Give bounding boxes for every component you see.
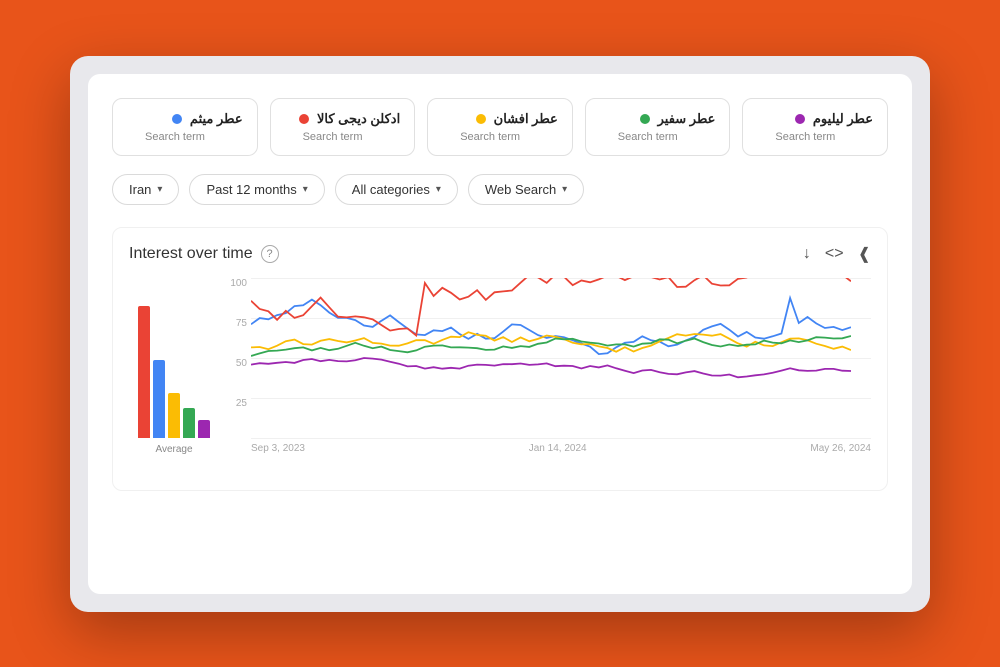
term-text: عطر لیلیوم bbox=[813, 111, 873, 127]
term-dot bbox=[172, 114, 182, 124]
chart-header: Interest over time ? ↓ <> ❰ bbox=[129, 244, 871, 264]
chart-title: Interest over time bbox=[129, 245, 253, 263]
term-dot bbox=[640, 114, 650, 124]
y-axis-label: 25 bbox=[219, 398, 247, 409]
filters-row: Iran▾Past 12 months▾All categories▾Web S… bbox=[112, 174, 888, 205]
chart-section: Interest over time ? ↓ <> ❰ Average bbox=[112, 227, 888, 491]
term-label: Search term bbox=[127, 131, 243, 143]
filter-search_type[interactable]: Web Search ▾ bbox=[468, 174, 584, 205]
avg-bar bbox=[168, 393, 180, 438]
y-axis-label: 100 bbox=[219, 278, 247, 289]
filter-label: All categories bbox=[352, 182, 430, 197]
x-axis-label: May 26, 2024 bbox=[810, 443, 871, 454]
y-axis-label: 75 bbox=[219, 318, 247, 329]
y-axis: 100 75 50 25 bbox=[219, 278, 247, 438]
search-term-card-2[interactable]: ادکلن دیجی کالا Search term bbox=[270, 98, 416, 156]
chart-line bbox=[251, 298, 851, 354]
term-label: Search term bbox=[442, 131, 558, 143]
avg-bar bbox=[183, 408, 195, 438]
bar-chart-section: Average bbox=[129, 278, 219, 478]
term-text: ادکلن دیجی کالا bbox=[317, 111, 400, 127]
download-icon[interactable]: ↓ bbox=[803, 245, 811, 263]
term-text: عطر سفیر bbox=[658, 111, 716, 127]
line-chart-section: 100 75 50 25 Sep 3, 2023 Jan 14, 2024 May 26,… bbox=[219, 278, 871, 478]
filter-time[interactable]: Past 12 months ▾ bbox=[189, 174, 324, 205]
avg-bar bbox=[138, 306, 150, 438]
term-label: Search term bbox=[285, 131, 401, 143]
chart-title-group: Interest over time ? bbox=[129, 245, 279, 263]
average-label: Average bbox=[155, 444, 192, 455]
filter-category[interactable]: All categories ▾ bbox=[335, 174, 458, 205]
chart-line bbox=[251, 358, 851, 377]
y-axis-label: 50 bbox=[219, 358, 247, 369]
chart-line bbox=[251, 278, 851, 336]
x-axis-label: Sep 3, 2023 bbox=[251, 443, 305, 454]
dropdown-arrow-icon: ▾ bbox=[303, 184, 308, 195]
filter-region[interactable]: Iran ▾ bbox=[112, 174, 179, 205]
chart-actions: ↓ <> ❰ bbox=[803, 244, 871, 264]
chart-area: Average 100 75 50 25 Sep 3, 2023 Jan 14, 202… bbox=[129, 278, 871, 478]
search-terms-row: عطر میثم Search term ادکلن دیجی کالا Sea… bbox=[112, 98, 888, 156]
search-term-card-5[interactable]: عطر لیلیوم Search term bbox=[742, 98, 888, 156]
term-text: عطر افشان bbox=[494, 111, 558, 127]
term-dot bbox=[476, 114, 486, 124]
x-axis-label: Jan 14, 2024 bbox=[529, 443, 587, 454]
share-icon[interactable]: ❰ bbox=[858, 244, 871, 264]
avg-bar bbox=[153, 360, 165, 438]
line-chart-svg bbox=[251, 278, 851, 438]
dropdown-arrow-icon: ▾ bbox=[436, 184, 441, 195]
help-icon[interactable]: ? bbox=[261, 245, 279, 263]
term-text: عطر میثم bbox=[190, 111, 243, 127]
search-term-card-1[interactable]: عطر میثم Search term bbox=[112, 98, 258, 156]
filter-label: Web Search bbox=[485, 182, 556, 197]
grid-line bbox=[251, 438, 871, 439]
filter-label: Past 12 months bbox=[206, 182, 296, 197]
embed-icon[interactable]: <> bbox=[825, 245, 844, 263]
search-term-card-3[interactable]: عطر افشان Search term bbox=[427, 98, 573, 156]
device-frame: عطر میثم Search term ادکلن دیجی کالا Sea… bbox=[70, 56, 930, 612]
x-labels: Sep 3, 2023 Jan 14, 2024 May 26, 2024 bbox=[251, 443, 871, 454]
term-dot bbox=[795, 114, 805, 124]
dropdown-arrow-icon: ▾ bbox=[562, 184, 567, 195]
search-term-card-4[interactable]: عطر سفیر Search term bbox=[585, 98, 731, 156]
inner-frame: عطر میثم Search term ادکلن دیجی کالا Sea… bbox=[88, 74, 912, 594]
bars-container bbox=[138, 288, 210, 438]
term-label: Search term bbox=[757, 131, 873, 143]
filter-label: Iran bbox=[129, 182, 151, 197]
term-dot bbox=[299, 114, 309, 124]
dropdown-arrow-icon: ▾ bbox=[157, 184, 162, 195]
avg-bar bbox=[198, 420, 210, 438]
term-label: Search term bbox=[600, 131, 716, 143]
